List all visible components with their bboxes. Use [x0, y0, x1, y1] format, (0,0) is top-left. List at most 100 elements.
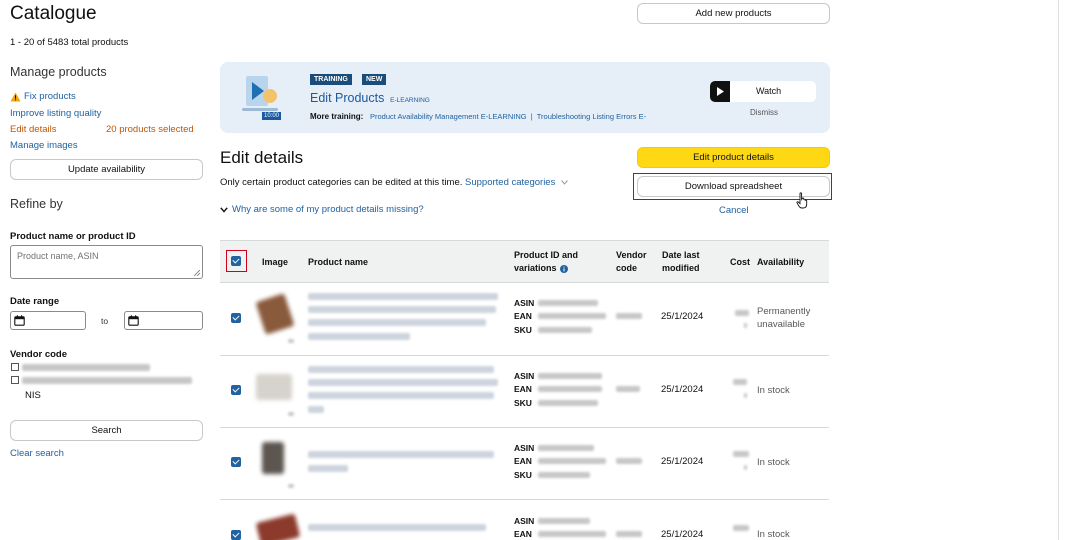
cost-redacted: [744, 323, 747, 328]
header-image: Image: [262, 257, 289, 267]
total-products-summary: 1 - 20 of 5483 total products: [10, 37, 129, 48]
more-training-label: More training:: [310, 112, 364, 121]
row-checkbox[interactable]: [231, 313, 241, 323]
product-name-redacted: [308, 451, 494, 458]
sku-label: SKU: [514, 470, 532, 480]
new-badge: NEW: [362, 74, 387, 85]
refine-by-heading: Refine by: [10, 197, 63, 211]
product-filter-label: Product name or product ID: [10, 231, 136, 242]
select-all-highlight-box: [226, 250, 247, 272]
product-name-redacted: [308, 306, 496, 313]
watch-label: Watch: [756, 86, 782, 96]
asin-label: ASIN: [514, 516, 535, 526]
cost-redacted: [744, 465, 747, 470]
date-to-label: to: [101, 316, 109, 326]
banner-title-link[interactable]: Edit Products E-LEARNING: [310, 91, 430, 105]
product-name-redacted: [308, 406, 324, 413]
date-modified: 25/1/2024: [661, 384, 704, 395]
product-name-redacted: [308, 392, 494, 399]
availability-line1: Permanently: [757, 306, 811, 317]
warning-icon: [10, 92, 21, 101]
missing-details-link: Why are some of my product details missi…: [232, 204, 424, 215]
sku-redacted: [538, 327, 592, 333]
page-title: Catalogue: [10, 3, 97, 24]
asin-label: ASIN: [514, 371, 535, 381]
row-checkbox[interactable]: [231, 457, 241, 467]
watch-button[interactable]: Watch: [710, 81, 816, 102]
ean-label: EAN: [514, 384, 532, 394]
thumbnail-caption-redacted: [288, 339, 294, 343]
vendor-code-redacted: [616, 458, 642, 464]
sku-redacted: [538, 400, 598, 406]
ean-redacted: [538, 313, 606, 319]
resize-handle-icon: [194, 270, 200, 276]
asin-redacted: [538, 518, 590, 524]
ean-label: EAN: [514, 456, 532, 466]
sku-redacted: [538, 472, 590, 478]
banner-title: Edit Products: [310, 91, 385, 105]
hand-cursor-icon: [796, 192, 808, 209]
missing-details-expander[interactable]: Why are some of my product details missi…: [220, 204, 424, 215]
vendor-checkbox-2[interactable]: [11, 376, 19, 384]
dismiss-link[interactable]: Dismiss: [750, 108, 778, 117]
categories-note: Only certain product categories can be e…: [220, 177, 568, 188]
table-row: ASIN EAN SKU 25/1/2024 Permanently unava…: [220, 283, 829, 355]
asin-redacted: [538, 445, 594, 451]
ean-redacted: [538, 458, 606, 464]
asin-redacted: [538, 373, 602, 379]
update-availability-button[interactable]: Update availability: [10, 159, 203, 180]
vendor-code-redacted: [616, 531, 642, 537]
cost-redacted: [744, 393, 747, 398]
add-new-products-button[interactable]: Add new products: [637, 3, 830, 24]
table-row: ASIN EAN 25/1/2024 In stock: [220, 500, 829, 540]
categories-note-text: Only certain product categories can be e…: [220, 177, 463, 188]
supported-categories-link[interactable]: Supported categories: [465, 177, 555, 188]
vendor-name-redacted: [22, 364, 150, 371]
chevron-down-icon: [220, 206, 228, 213]
sku-label: SKU: [514, 398, 532, 408]
search-button[interactable]: Search: [10, 420, 203, 441]
header-date-line2: modified: [662, 263, 700, 273]
product-name-redacted: [308, 319, 486, 326]
info-icon[interactable]: [559, 264, 568, 273]
asin-label: ASIN: [514, 298, 535, 308]
more-training-links[interactable]: Product Availability Management E-LEARNI…: [370, 112, 682, 121]
product-name-redacted: [308, 293, 498, 300]
date-to-input[interactable]: [124, 311, 203, 330]
header-date-modified: Date last modified: [662, 249, 700, 275]
cost-redacted: [733, 525, 749, 531]
table-row: ASIN EAN SKU 25/1/2024 In stock: [220, 428, 829, 499]
calendar-icon: [128, 315, 139, 326]
edit-details-link[interactable]: Edit details: [10, 124, 56, 135]
vendor-checkbox-1[interactable]: [11, 363, 19, 371]
row-checkbox[interactable]: [231, 385, 241, 395]
manage-images-link[interactable]: Manage images: [10, 140, 78, 151]
product-filter-input[interactable]: Product name, ASIN: [10, 245, 203, 279]
date-from-input[interactable]: [10, 311, 86, 330]
availability-status: In stock: [757, 529, 790, 540]
header-product-id-line2-wrap: variations: [514, 262, 578, 275]
header-product-name: Product name: [308, 257, 369, 267]
availability-line2: unavailable: [757, 319, 806, 330]
edit-product-details-button[interactable]: Edit product details: [637, 147, 830, 168]
product-name-redacted: [308, 333, 410, 340]
header-vendor-line1: Vendor: [616, 250, 647, 260]
clear-search-link[interactable]: Clear search: [10, 448, 64, 459]
manage-products-heading: Manage products: [10, 65, 107, 79]
calendar-icon: [14, 315, 25, 326]
product-thumbnail: [262, 442, 284, 474]
header-availability: Availability: [757, 257, 805, 267]
date-modified: 25/1/2024: [661, 311, 704, 322]
video-duration: 10:00: [262, 112, 282, 120]
play-icon: [710, 81, 730, 102]
header-product-id-line2: variations: [514, 263, 557, 273]
product-thumbnail: [255, 293, 295, 335]
fix-products-link[interactable]: Fix products: [10, 91, 76, 102]
improve-listing-quality-link[interactable]: Improve listing quality: [10, 108, 101, 119]
product-filter-placeholder: Product name, ASIN: [17, 251, 99, 261]
ean-label: EAN: [514, 311, 532, 321]
header-cost: Cost: [730, 257, 750, 267]
product-thumbnail: [256, 374, 292, 400]
row-checkbox[interactable]: [231, 530, 241, 540]
cancel-link[interactable]: Cancel: [719, 205, 749, 216]
